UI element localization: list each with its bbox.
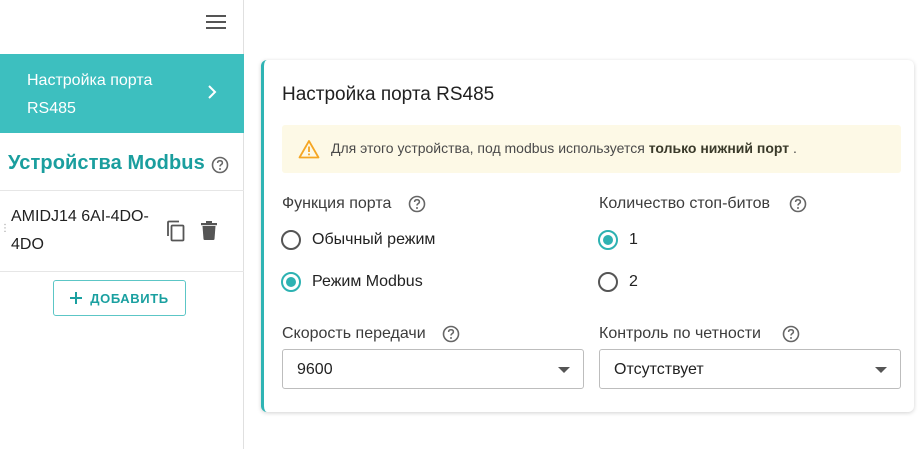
dropdown-arrow-icon bbox=[558, 367, 570, 373]
rs485-settings-card: Настройка порта RS485 Для этого устройст… bbox=[261, 60, 914, 412]
radio-button[interactable] bbox=[598, 272, 618, 292]
add-device-button[interactable]: ДОБАВИТЬ bbox=[53, 280, 186, 316]
alert-suffix: . bbox=[789, 140, 797, 156]
radio-label: 1 bbox=[629, 231, 638, 248]
help-icon[interactable] bbox=[408, 195, 426, 213]
radio-normal-mode[interactable]: Обычный режим bbox=[281, 230, 435, 250]
radio-button-checked[interactable] bbox=[598, 230, 618, 250]
menu-button[interactable] bbox=[203, 9, 229, 35]
sidebar-item-rs485-settings[interactable]: Настройка порта RS485 bbox=[0, 54, 244, 133]
radio-button-checked[interactable] bbox=[281, 272, 301, 292]
dropdown-arrow-icon bbox=[875, 367, 887, 373]
modbus-devices-title: Устройства Modbus bbox=[8, 152, 205, 174]
radio-label: Режим Modbus bbox=[312, 273, 423, 290]
warning-icon bbox=[298, 140, 320, 159]
card-title: Настройка порта RS485 bbox=[282, 84, 495, 105]
help-icon[interactable] bbox=[789, 195, 807, 213]
radio-modbus-mode[interactable]: Режим Modbus bbox=[281, 272, 423, 292]
help-icon[interactable] bbox=[442, 325, 460, 343]
radio-button[interactable] bbox=[281, 230, 301, 250]
stop-bits-label: Количество стоп-битов bbox=[599, 195, 771, 212]
select-value: Отсутствует bbox=[614, 361, 704, 378]
drag-handle-icon[interactable]: ⋮ bbox=[0, 224, 10, 234]
parity-label: Контроль по четности bbox=[599, 325, 761, 342]
hamburger-menu-icon bbox=[206, 15, 226, 29]
chevron-right-icon bbox=[208, 85, 217, 99]
baud-rate-select[interactable]: 9600 bbox=[282, 349, 584, 389]
divider bbox=[0, 271, 244, 272]
alert-message: Для этого устройства, под modbus использ… bbox=[331, 140, 797, 156]
radio-label: 2 bbox=[629, 273, 638, 290]
warning-alert: Для этого устройства, под modbus использ… bbox=[282, 125, 901, 173]
port-function-label: Функция порта bbox=[282, 195, 392, 212]
plus-icon bbox=[70, 292, 83, 304]
radio-stop-bits-1[interactable]: 1 bbox=[598, 230, 638, 250]
help-icon[interactable] bbox=[211, 156, 229, 174]
help-icon[interactable] bbox=[782, 325, 800, 343]
radio-label: Обычный режим bbox=[312, 231, 436, 248]
add-button-label: ДОБАВИТЬ bbox=[90, 290, 169, 306]
select-value: 9600 bbox=[297, 361, 333, 378]
device-name: AMIDJ14 6AI-4DO-4DO bbox=[11, 208, 149, 253]
sidebar-item-label: Настройка порта RS485 bbox=[27, 72, 153, 117]
copy-icon[interactable] bbox=[166, 220, 186, 242]
trash-icon[interactable] bbox=[200, 220, 218, 242]
parity-select[interactable]: Отсутствует bbox=[599, 349, 901, 389]
sidebar: Настройка порта RS485 Устройства Modbus … bbox=[0, 0, 244, 449]
list-item-device[interactable]: ⋮ AMIDJ14 6AI-4DO-4DO bbox=[0, 191, 244, 271]
baud-rate-label: Скорость передачи bbox=[282, 325, 426, 342]
radio-stop-bits-2[interactable]: 2 bbox=[598, 272, 638, 292]
alert-bold-text: только нижний порт bbox=[648, 140, 790, 156]
alert-text: Для этого устройства, под modbus использ… bbox=[331, 140, 649, 156]
